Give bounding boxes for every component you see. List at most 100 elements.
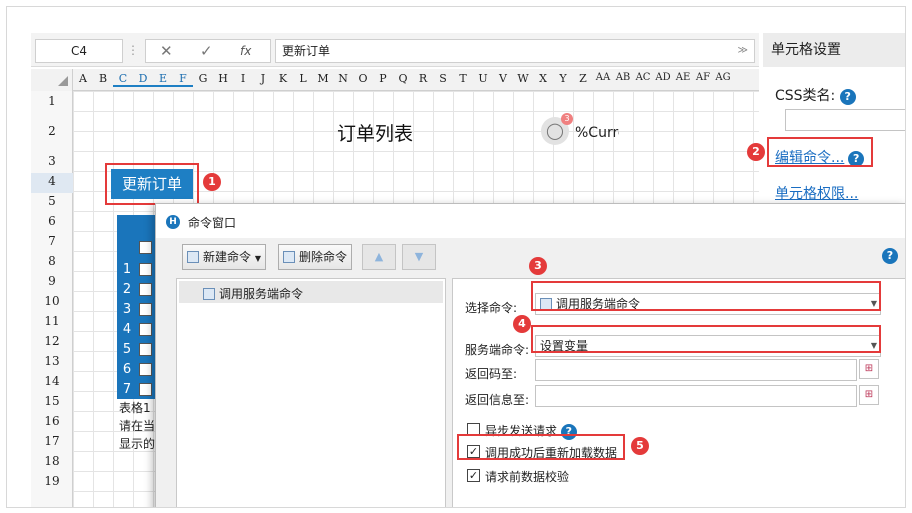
row-checkbox[interactable]	[139, 283, 152, 296]
column-header[interactable]: O	[353, 72, 373, 85]
column-header[interactable]: AC	[633, 72, 653, 83]
column-header[interactable]: F	[173, 72, 193, 87]
confirm-icon[interactable]: ✓	[200, 42, 213, 60]
column-header[interactable]: U	[473, 72, 493, 85]
column-header[interactable]: AG	[713, 72, 733, 83]
row-checkbox[interactable]	[139, 343, 152, 356]
formula-input[interactable]: 更新订单 ≫	[275, 39, 755, 63]
column-header[interactable]: M	[313, 72, 333, 85]
avatar-badge: 3	[561, 113, 573, 125]
row-checkbox[interactable]	[139, 303, 152, 316]
row-header[interactable]: 7	[31, 233, 73, 253]
help-icon[interactable]: ?	[882, 248, 898, 264]
delete-command-button[interactable]: 删除命令	[278, 244, 353, 270]
row-header[interactable]: 9	[31, 273, 73, 293]
server-command-label: 服务端命令:	[465, 343, 530, 357]
row-header[interactable]: 2	[31, 113, 73, 153]
return-code-input[interactable]	[535, 359, 857, 381]
css-class-input[interactable]	[785, 109, 905, 131]
column-header[interactable]: J	[253, 72, 273, 85]
column-header[interactable]: AB	[613, 72, 633, 83]
column-header[interactable]: AA	[593, 72, 613, 83]
column-header[interactable]: T	[453, 72, 473, 85]
page-title: 订单列表	[337, 123, 414, 145]
app-logo-icon: H	[166, 215, 180, 229]
column-header[interactable]: R	[413, 72, 433, 85]
move-up-button[interactable]: ▲	[362, 244, 396, 270]
row-header[interactable]: 11	[31, 313, 73, 333]
column-header[interactable]: AE	[673, 72, 693, 83]
return-code-label: 返回码至:	[465, 367, 518, 381]
help-icon[interactable]: ?	[839, 89, 856, 105]
column-header[interactable]: B	[93, 72, 113, 85]
row-header[interactable]: 3	[31, 153, 73, 173]
formula-bar: C4 ⋮ ✕ ✓ fx 更新订单 ≫	[31, 33, 759, 67]
cell-permission-link[interactable]: 单元格权限...	[775, 186, 858, 202]
column-header[interactable]: E	[153, 72, 173, 87]
panel-header: 单元格设置	[763, 33, 905, 67]
marker-4: 4	[513, 315, 531, 333]
row-header[interactable]: 16	[31, 413, 73, 433]
column-header[interactable]: Z	[573, 72, 593, 85]
row-checkbox[interactable]	[139, 383, 152, 396]
tree-item-server-command[interactable]: 调用服务端命令	[179, 281, 443, 303]
name-box[interactable]: C4	[35, 39, 123, 63]
row-header[interactable]: 13	[31, 353, 73, 373]
dialog-title: 命令窗口	[188, 216, 237, 230]
row-number: 5	[122, 342, 132, 357]
move-down-button[interactable]: ▼	[402, 244, 436, 270]
column-header[interactable]: A	[73, 72, 93, 85]
cell-picker-icon[interactable]: ⊞	[859, 385, 879, 405]
row-header[interactable]: 4	[31, 173, 73, 193]
select-all-checkbox[interactable]	[139, 241, 152, 254]
highlight-box-3	[531, 281, 881, 311]
column-header[interactable]: Q	[393, 72, 413, 85]
column-header[interactable]: I	[233, 72, 253, 85]
column-header[interactable]: W	[513, 72, 533, 85]
row-header[interactable]: 14	[31, 373, 73, 393]
marker-3: 3	[529, 257, 547, 275]
row-number: 3	[122, 302, 132, 317]
column-header[interactable]: D	[133, 72, 153, 87]
row-header[interactable]: 12	[31, 333, 73, 353]
cancel-icon[interactable]: ✕	[160, 42, 173, 60]
row-header[interactable]: 10	[31, 293, 73, 313]
row-header[interactable]: 6	[31, 213, 73, 233]
row-checkbox[interactable]	[139, 363, 152, 376]
row-header[interactable]: 5	[31, 193, 73, 213]
row-header[interactable]: 1	[31, 93, 73, 113]
row-header[interactable]: 15	[31, 393, 73, 413]
formula-menu-icon[interactable]: ⋮	[127, 39, 139, 61]
dropdown-arrow-icon: ▼	[254, 254, 261, 263]
column-header[interactable]: S	[433, 72, 453, 85]
cell-picker-icon[interactable]: ⊞	[859, 359, 879, 379]
column-header[interactable]: L	[293, 72, 313, 85]
row-header[interactable]: 17	[31, 433, 73, 453]
column-header[interactable]: K	[273, 72, 293, 85]
column-header[interactable]: P	[373, 72, 393, 85]
marker-1: 1	[203, 173, 221, 191]
column-header[interactable]: AF	[693, 72, 713, 83]
return-message-input[interactable]	[535, 385, 857, 407]
expand-icon[interactable]: ≫	[738, 40, 748, 62]
column-header-bar: A B C D E F G H I J K L M N O P Q R S T U V W X Y Z AA AB AC AD AE AF AG	[31, 69, 759, 91]
column-header[interactable]: Y	[553, 72, 573, 85]
column-header[interactable]: X	[533, 72, 553, 85]
validate-checkbox[interactable]: ✓	[467, 469, 480, 482]
column-header[interactable]: C	[113, 72, 133, 87]
row-checkbox[interactable]	[139, 323, 152, 336]
row-header[interactable]: 19	[31, 473, 73, 493]
row-header[interactable]: 18	[31, 453, 73, 473]
function-icon[interactable]: fx	[240, 44, 251, 58]
column-header[interactable]: H	[213, 72, 233, 85]
css-class-label: CSS类名: ?	[775, 85, 856, 105]
column-header[interactable]: AD	[653, 72, 673, 83]
new-command-button[interactable]: 新建命令 ▼	[182, 244, 266, 270]
column-header[interactable]: N	[333, 72, 353, 85]
column-header[interactable]: G	[193, 72, 213, 85]
select-all-corner[interactable]	[31, 69, 73, 91]
row-header[interactable]: 8	[31, 253, 73, 273]
select-command-label: 选择命令:	[465, 301, 518, 315]
column-header[interactable]: V	[493, 72, 513, 85]
row-checkbox[interactable]	[139, 263, 152, 276]
